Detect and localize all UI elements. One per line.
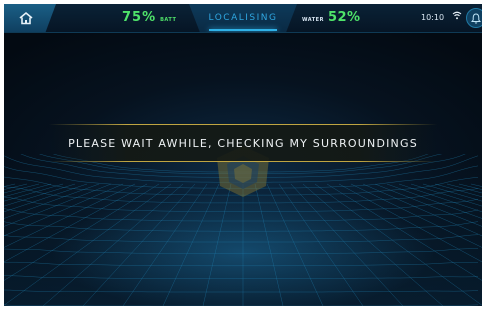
banner-bottom-line	[49, 161, 437, 162]
water-value: 52%	[327, 10, 361, 25]
water-label: WATER	[302, 17, 324, 23]
battery-label: BATT	[160, 17, 177, 23]
water-indicator: WATER 52%	[302, 10, 361, 25]
status-message: PLEASE WAIT AWHILE, CHECKING MY SURROUND…	[68, 136, 418, 150]
battery-value: 75%	[122, 10, 157, 25]
bell-icon	[471, 12, 481, 24]
wifi-icon	[452, 11, 462, 20]
status-tab: LOCALISING	[189, 4, 297, 32]
home-button[interactable]	[4, 4, 56, 32]
battery-indicator: 75% BATT	[122, 10, 176, 25]
clock: 10:10	[421, 13, 445, 22]
localising-status: LOCALISING	[208, 13, 278, 23]
alert-button[interactable]	[464, 4, 482, 28]
message-banner: PLEASE WAIT AWHILE, CHECKING MY SURROUND…	[49, 124, 437, 162]
alert-circle	[466, 8, 482, 28]
top-status-bar: 75% BATT LOCALISING WATER 52% 10:10	[4, 4, 482, 33]
robot-screen: PLEASE WAIT AWHILE, CHECKING MY SURROUND…	[4, 4, 482, 306]
home-icon	[19, 11, 33, 25]
